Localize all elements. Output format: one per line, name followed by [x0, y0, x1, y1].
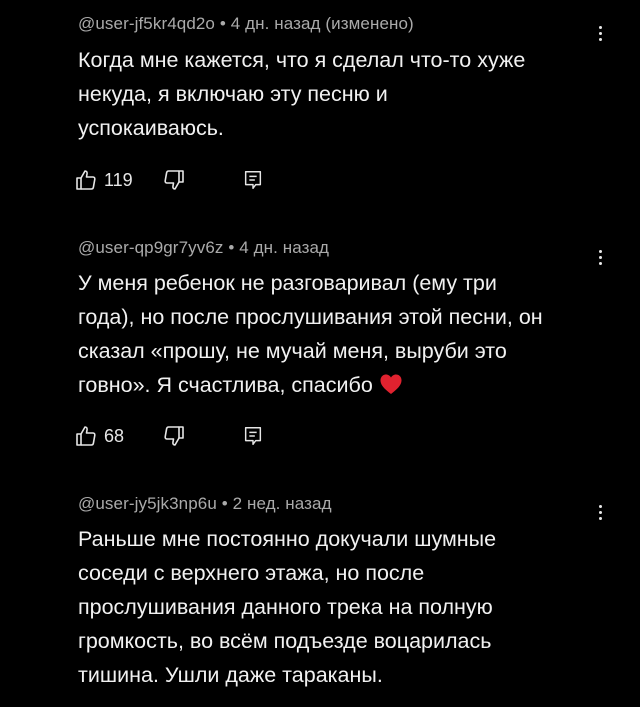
comment-author[interactable]: @user-jf5kr4qd2o	[78, 14, 215, 33]
like-button[interactable]: 119	[74, 165, 133, 195]
thumbs-up-icon	[76, 170, 96, 190]
comment-text-line: соседи с верхнего этажа, но после	[78, 561, 425, 585]
comment-author[interactable]: @user-jy5jk3np6u	[78, 494, 217, 513]
comment-text: Когда мне кажется, что я сделал что-то х…	[78, 43, 598, 145]
comment-text-line: сказал «прошу, не мучай меня, выруби это	[78, 339, 507, 363]
comment-time[interactable]: 4 дн. назад (изменено)	[231, 14, 414, 33]
comment-meta: @user-jy5jk3np6u • 2 нед. назад	[78, 494, 332, 514]
meta-separator: •	[219, 14, 226, 33]
comment-meta: @user-jf5kr4qd2o • 4 дн. назад (изменено…	[78, 14, 414, 34]
comment-actions: 68	[74, 421, 294, 451]
comment-text-line: прослушивания данного трека на полную	[78, 595, 493, 619]
comment-text: У меня ребенок не разговаривал (ему три …	[78, 266, 598, 405]
dislike-button[interactable]	[162, 421, 186, 451]
comment-text-line: Когда мне кажется, что я сделал что-то х…	[78, 48, 526, 72]
comment-text-line: громкость, во всём подъезде воцарилась	[78, 629, 492, 653]
comment-meta: @user-qp9gr7yv6z • 4 дн. назад	[78, 238, 329, 258]
reply-button[interactable]	[242, 165, 264, 195]
comment-text: Раньше мне постоянно докучали шумные сос…	[78, 522, 598, 692]
comment-text-line: тишина. Ушли даже тараканы.	[78, 663, 383, 687]
comment-text-line: говно». Я счастлива, спасибо	[78, 368, 598, 405]
red-heart-emoji	[379, 371, 403, 405]
comment-text-line: некуда, я включаю эту песню и	[78, 82, 388, 106]
comment-text-line: успокаиваюсь.	[78, 116, 224, 140]
reply-button[interactable]	[242, 421, 264, 451]
comment-actions: 119	[74, 165, 294, 195]
meta-separator: •	[228, 238, 235, 257]
reply-icon	[244, 427, 262, 445]
dislike-button[interactable]	[162, 165, 186, 195]
like-count: 119	[104, 169, 133, 190]
comment-time[interactable]: 2 нед. назад	[233, 494, 332, 513]
comment-text-line: Раньше мне постоянно докучали шумные	[78, 527, 497, 551]
meta-separator: •	[221, 494, 228, 513]
comment-text-line: года), но после прослушивания этой песни…	[78, 305, 543, 329]
comment-author[interactable]: @user-qp9gr7yv6z	[78, 238, 223, 257]
thumbs-down-icon	[164, 170, 184, 190]
thumbs-down-icon	[164, 426, 184, 446]
thumbs-up-icon	[76, 426, 96, 446]
comment-time[interactable]: 4 дн. назад	[239, 238, 329, 257]
comment-text-segment: говно». Я счастлива, спасибо	[78, 373, 373, 397]
reply-icon	[244, 171, 262, 189]
comment-text-line: У меня ребенок не разговаривал (ему три	[78, 271, 497, 295]
like-button[interactable]: 68	[74, 421, 124, 451]
like-count: 68	[104, 425, 125, 446]
